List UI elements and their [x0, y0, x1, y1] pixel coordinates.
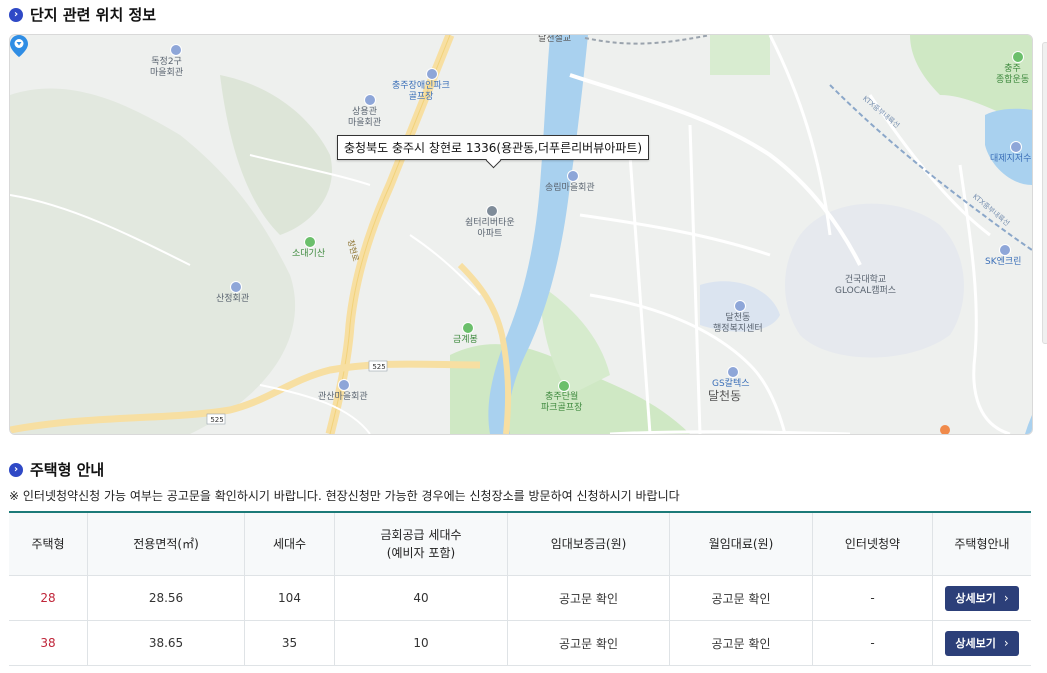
poi-marker	[338, 379, 350, 391]
map-label-shelter: 쉼터리버타운 아파트	[465, 218, 515, 239]
golf-icon	[558, 380, 570, 392]
map-label-sangyong: 상용관 마을회관	[348, 107, 382, 128]
map-label-daeje: 대제지저수	[990, 154, 1032, 164]
header-supply: 금회공급 세대수 (예비자 포함)	[334, 511, 508, 576]
map-label-sodaegisan: 소대기산	[292, 249, 326, 259]
header-households: 세대수	[244, 511, 335, 576]
table-header-row: 주택형 전용면적(㎡) 세대수 금회공급 세대수 (예비자 포함) 임대보증금(…	[9, 511, 1031, 576]
housing-section-title: › 주택형 안내	[9, 459, 104, 480]
map-label-dalcheon-center: 달천동 행정복지센터	[713, 313, 763, 334]
detail-button-label: 상세보기	[955, 637, 996, 650]
detail-button-label: 상세보기	[955, 592, 996, 605]
cell-guide: 상세보기 ›	[932, 620, 1031, 666]
cell-deposit: 공고문 확인	[507, 620, 670, 666]
cell-internet: -	[812, 575, 933, 621]
poi-marker	[170, 44, 182, 56]
poi-marker	[426, 68, 438, 80]
housing-table: 주택형 전용면적(㎡) 세대수 금회공급 세대수 (예비자 포함) 임대보증금(…	[9, 511, 1031, 666]
poi-marker	[486, 205, 498, 217]
poi-marker	[734, 300, 746, 312]
page-scrollbar[interactable]	[1042, 42, 1047, 344]
cell-households: 35	[244, 620, 335, 666]
page: › 단지 관련 위치 정보 독정2구 마을회관 충주장애인파크 골프장 상용관 …	[0, 0, 1047, 673]
table-row: 28 28.56 104 40 공고문 확인 공고문 확인 - 상세보기 ›	[9, 575, 1031, 621]
map-label-sanjeong: 산정회관	[216, 294, 250, 304]
map-label-konkuk: 건국대학교 GLOCAL캠퍼스	[835, 275, 897, 296]
stadium-icon	[1012, 51, 1024, 63]
cell-type: 28	[9, 575, 88, 621]
poi-marker	[1010, 141, 1022, 153]
poi-marker	[567, 170, 579, 182]
location-title-text: 단지 관련 위치 정보	[30, 6, 157, 24]
header-rent: 월임대료(원)	[669, 511, 813, 576]
map-label-dalcheon-dong: 달천동	[708, 389, 742, 403]
housing-title-text: 주택형 안내	[30, 461, 105, 479]
road-shield-525: 525	[372, 363, 386, 371]
road-shield-525: 525	[210, 416, 224, 424]
map-label-dokjeong: 독정2구 마을회관	[150, 57, 184, 78]
chevron-right-icon: ›	[9, 7, 23, 22]
header-guide: 주택형안내	[932, 511, 1031, 576]
mountain-icon	[462, 322, 474, 334]
cell-area: 28.56	[87, 575, 245, 621]
cell-rent: 공고문 확인	[669, 620, 813, 666]
poi-marker	[230, 281, 242, 293]
cell-deposit: 공고문 확인	[507, 575, 670, 621]
header-area: 전용면적(㎡)	[87, 511, 245, 576]
chevron-right-icon: ›	[1003, 636, 1009, 650]
detail-view-button[interactable]: 상세보기 ›	[945, 585, 1019, 611]
map-label-chungju-park: 충주단월 파크골프장	[541, 392, 583, 413]
cell-supply: 40	[334, 575, 508, 621]
header-type: 주택형	[9, 511, 88, 576]
map-label-sk-encline: SK엔크린	[985, 257, 1022, 267]
location-map[interactable]: 독정2구 마을회관 충주장애인파크 골프장 상용관 마을회관 송림마을회관 쉼터…	[9, 34, 1033, 435]
table-row: 38 38.65 35 10 공고문 확인 공고문 확인 - 상세보기 ›	[9, 620, 1031, 666]
address-callout: 충청북도 충주시 창현로 1336(용관동,더푸른리버뷰아파트)	[337, 135, 650, 160]
map-label-chungju-disabled: 충주장애인파크 골프장	[392, 81, 450, 102]
chevron-right-icon: ›	[9, 462, 23, 477]
poi-marker	[999, 244, 1011, 256]
cell-guide: 상세보기 ›	[932, 575, 1031, 621]
map-label-geumgyebong: 금계봉	[453, 335, 478, 345]
cell-area: 38.65	[87, 620, 245, 666]
mountain-icon	[304, 236, 316, 248]
header-internet: 인터넷청약	[812, 511, 933, 576]
gas-station-icon	[727, 366, 739, 378]
header-deposit: 임대보증금(원)	[507, 511, 670, 576]
cell-rent: 공고문 확인	[669, 575, 813, 621]
detail-view-button[interactable]: 상세보기 ›	[945, 630, 1019, 656]
location-pin-icon	[10, 35, 28, 57]
map-label-songrim: 송림마을회관	[545, 183, 595, 193]
location-section-title: › 단지 관련 위치 정보	[9, 4, 156, 25]
map-background	[10, 35, 1032, 434]
cell-type: 38	[9, 620, 88, 666]
cell-supply: 10	[334, 620, 508, 666]
map-label-gwansan: 관산마을회관	[318, 392, 368, 402]
housing-notice: ※ 인터넷청약신청 가능 여부는 공고문을 확인하시기 바랍니다. 현장신청만 …	[9, 489, 680, 503]
map-label-dalcheon-bridge: 달천철교	[538, 34, 572, 44]
map-label-chungju-stadium: 충주 종합운동	[996, 64, 1030, 85]
cell-internet: -	[812, 620, 933, 666]
poi-marker	[364, 94, 376, 106]
cell-households: 104	[244, 575, 335, 621]
chevron-right-icon: ›	[1003, 591, 1009, 605]
